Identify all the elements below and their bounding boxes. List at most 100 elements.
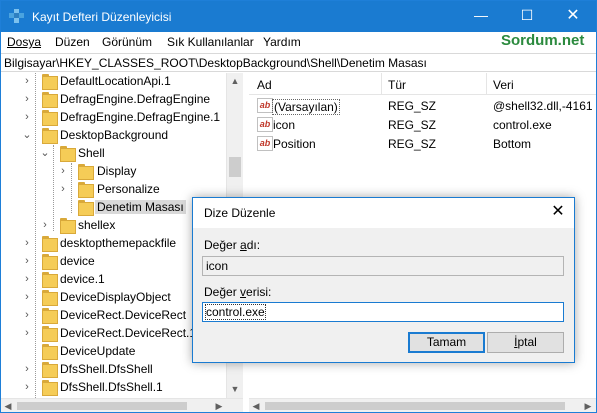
expand-arrow-icon[interactable]: › [21,308,33,322]
expand-arrow-icon[interactable]: › [21,290,33,304]
value-data-label-post: erisi: [246,285,272,299]
list-hscroll-thumb[interactable] [265,402,565,410]
cancel-button[interactable]: İptal [487,332,564,353]
dialog-title: Dize Düzenle [204,206,276,220]
list-row[interactable]: ab icon REG_SZ control.exe [249,116,596,135]
tree-item-label: DfsShell.DfsShell [60,362,153,376]
expand-arrow-icon[interactable]: › [21,74,33,88]
menu-gorunum[interactable]: Görünüm [102,35,152,49]
menu-dosya-label: Dosya [7,35,42,49]
expand-arrow-icon[interactable]: › [57,164,69,178]
folder-icon [42,236,58,252]
tree-guide-line [53,145,54,231]
value-data-label: Değer verisi: [204,285,271,299]
expand-arrow-icon[interactable]: › [21,272,33,286]
value-name: Position [273,137,316,151]
address-bar[interactable]: Bilgisayar\HKEY_CLASSES_ROOT\DesktopBack… [1,53,596,72]
folder-icon [42,74,58,90]
tree-item-label: Denetim Masası [95,200,186,214]
tree-horizontal-scrollbar[interactable]: ◀ ▶ [1,398,243,412]
value-data-input[interactable]: control.exe [202,302,564,322]
value-data: control.exe [493,118,552,132]
folder-icon [78,182,94,198]
expand-arrow-icon[interactable]: › [21,326,33,340]
tree-guide-line [35,73,36,398]
registry-editor-icon [9,9,24,23]
maximize-button[interactable]: ☐ [504,1,550,32]
menu-dosya[interactable]: Dosya [7,35,41,49]
menu-yardim-label: Yardım [263,35,301,49]
menu-sik-kullanilanlar[interactable]: Sık Kullanılanlar [167,35,254,49]
tree-item-label: device.1 [60,272,105,286]
list-horizontal-scrollbar[interactable]: ◀ ▶ [249,398,596,412]
value-name: icon [273,118,296,132]
folder-icon [60,218,76,234]
tree-scroll-thumb[interactable] [229,157,241,177]
dialog-title-bar[interactable]: Dize Düzenle ✕ [193,198,574,228]
value-data-text: control.exe [205,304,266,320]
list-row[interactable]: ab (Varsayılan) REG_SZ @shell32.dll,-416… [249,97,596,116]
value-name-label: Değer adı: [204,238,260,252]
ok-button[interactable]: Tamam [408,332,485,353]
folder-icon [60,146,76,162]
menu-yardim[interactable]: Yardım [263,35,301,49]
column-header-veri[interactable]: Veri [493,78,514,92]
expand-arrow-icon[interactable]: › [21,380,33,394]
folder-icon [78,200,94,216]
close-button[interactable]: ✕ [550,1,596,32]
list-row[interactable]: ab Position REG_SZ Bottom [249,135,596,154]
expand-arrow-icon[interactable]: › [21,236,33,250]
tree-item-label: DefaultLocationApi.1 [60,74,171,88]
value-data-label-pre: Değer [204,285,241,299]
dialog-close-icon[interactable]: ✕ [545,200,571,226]
collapse-arrow-icon[interactable]: ⌄ [39,146,51,160]
folder-icon [42,254,58,270]
folder-icon [42,110,58,126]
folder-icon [78,164,94,180]
folder-icon [42,380,58,396]
cancel-button-label: ptal [517,335,537,349]
tree-item-label: shellex [78,218,116,232]
folder-icon [42,92,58,108]
scroll-down-arrow-icon[interactable]: ▼ [227,381,243,398]
value-name-label-post: dı: [246,238,261,252]
tree-item-label: DeviceRect.DeviceRect [60,308,187,322]
menu-duzen[interactable]: Düzen [55,35,90,49]
column-divider[interactable] [381,73,382,95]
tree-item-label: Display [97,164,137,178]
scroll-left-arrow-icon[interactable]: ◀ [1,399,15,413]
folder-icon [42,272,58,288]
tree-item-label: DefragEngine.DefragEngine [60,92,211,106]
folder-icon [42,290,58,306]
value-data: @shell32.dll,-4161 [493,99,593,113]
minimize-button[interactable]: — [458,1,504,32]
expand-arrow-icon[interactable]: › [21,362,33,376]
tree-item-label: DeviceRect.DeviceRect.1 [60,326,197,340]
scroll-left-arrow-icon[interactable]: ◀ [249,399,263,413]
value-type: REG_SZ [388,99,437,113]
expand-arrow-icon[interactable]: › [57,182,69,196]
title-bar[interactable]: Kayıt Defteri Düzenleyicisi — ☐ ✕ [1,1,596,32]
expand-arrow-icon[interactable]: › [21,92,33,106]
scroll-right-arrow-icon[interactable]: ▶ [581,399,595,413]
expand-arrow-icon[interactable]: › [21,110,33,124]
tree-hscroll-thumb[interactable] [17,402,187,410]
collapse-arrow-icon[interactable]: ⌄ [21,128,33,142]
folder-icon [42,326,58,342]
column-header-ad[interactable]: Ad [257,78,272,92]
edit-string-dialog: Dize Düzenle ✕ Değer adı: icon Değer ver… [192,197,575,363]
menu-gorunum-label: Görünüm [102,35,153,49]
column-divider[interactable] [486,73,487,95]
value-name-field[interactable]: icon [202,256,564,276]
list-header: Ad Tür Veri [249,73,596,95]
scroll-up-arrow-icon[interactable]: ▲ [227,73,243,90]
scroll-right-arrow-icon[interactable]: ▶ [212,399,226,413]
expand-arrow-icon[interactable]: › [39,218,51,232]
window-title: Kayıt Defteri Düzenleyicisi [32,10,172,24]
folder-icon [42,362,58,378]
expand-arrow-icon[interactable]: › [21,254,33,268]
value-type: REG_SZ [388,137,437,151]
value-name-label-pre: Değer [204,238,241,252]
column-header-tur[interactable]: Tür [388,78,406,92]
value-type: REG_SZ [388,118,437,132]
